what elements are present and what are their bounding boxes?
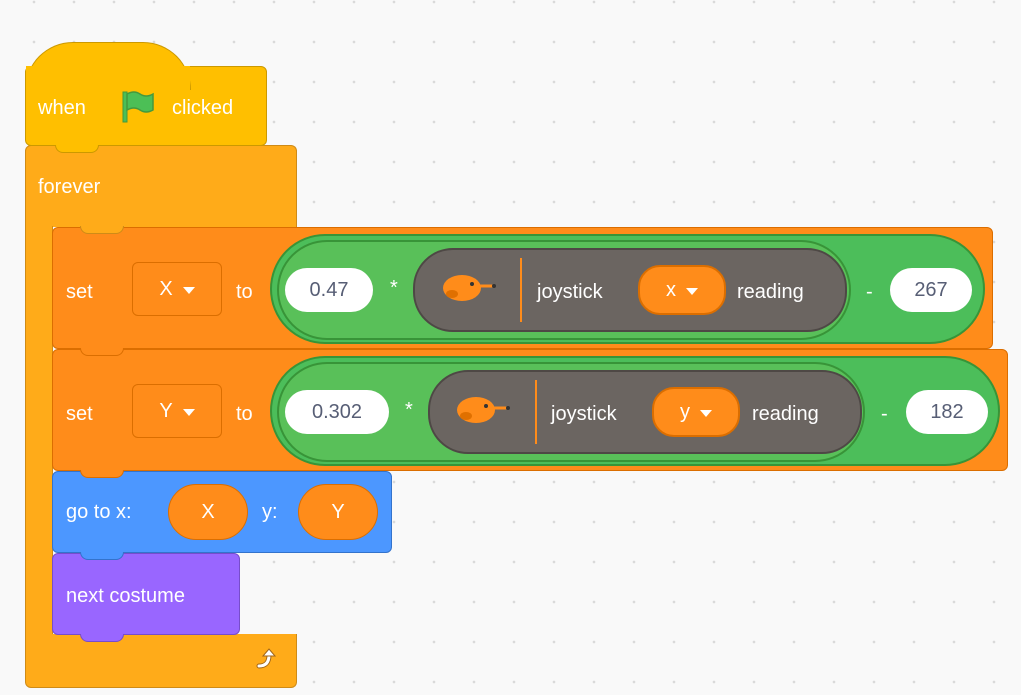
variable-dropdown-y[interactable]: Y <box>132 384 222 438</box>
reading-label: reading <box>737 281 804 303</box>
y-label: y: <box>262 501 278 523</box>
y-variable-reporter[interactable]: Y <box>298 484 378 540</box>
multiply-sign: * <box>405 399 413 421</box>
joystick-label: joystick <box>537 281 603 303</box>
sensor-divider <box>535 380 537 444</box>
factor-input[interactable]: 0.302 <box>285 390 389 434</box>
variable-name: Y <box>159 399 173 422</box>
hat-join <box>26 66 190 92</box>
go-to-label: go to x: <box>66 501 132 523</box>
x-variable-reporter[interactable]: X <box>168 484 248 540</box>
set-label: set <box>66 281 93 303</box>
joystick-extension-icon <box>438 270 500 306</box>
axis-dropdown-y[interactable]: y <box>652 387 740 437</box>
block-notch <box>80 226 124 234</box>
to-label: to <box>236 281 253 303</box>
set-label: set <box>66 403 93 425</box>
forever-block-arm <box>25 226 53 636</box>
loop-arrow-icon <box>253 646 279 672</box>
chevron-down-icon <box>686 288 698 295</box>
offset-input[interactable]: 267 <box>890 268 972 312</box>
axis-value: y <box>680 400 690 423</box>
variable-name: X <box>159 277 173 300</box>
next-costume-label: next costume <box>66 585 185 607</box>
reading-label: reading <box>752 403 819 425</box>
chevron-down-icon <box>182 287 195 294</box>
minus-sign: - <box>881 403 888 425</box>
minus-sign: - <box>866 281 873 303</box>
joystick-label: joystick <box>551 403 617 425</box>
block-notch <box>55 145 99 153</box>
chevron-down-icon <box>700 410 712 417</box>
factor-input[interactable]: 0.47 <box>285 268 373 312</box>
chevron-down-icon <box>182 409 195 416</box>
block-notch <box>80 552 124 560</box>
multiply-sign: * <box>390 277 398 299</box>
variable-dropdown-x[interactable]: X <box>132 262 222 316</box>
axis-dropdown-x[interactable]: x <box>638 265 726 315</box>
to-label: to <box>236 403 253 425</box>
block-notch <box>80 348 124 356</box>
joystick-extension-icon <box>452 392 514 428</box>
green-flag-icon <box>120 88 158 126</box>
forever-label: forever <box>38 176 101 198</box>
sensor-divider <box>520 258 522 322</box>
clicked-label: clicked <box>172 97 234 119</box>
block-notch <box>80 470 124 478</box>
when-label: when <box>38 97 86 119</box>
block-notch <box>80 634 124 642</box>
offset-input[interactable]: 182 <box>906 390 988 434</box>
axis-value: x <box>666 278 676 301</box>
